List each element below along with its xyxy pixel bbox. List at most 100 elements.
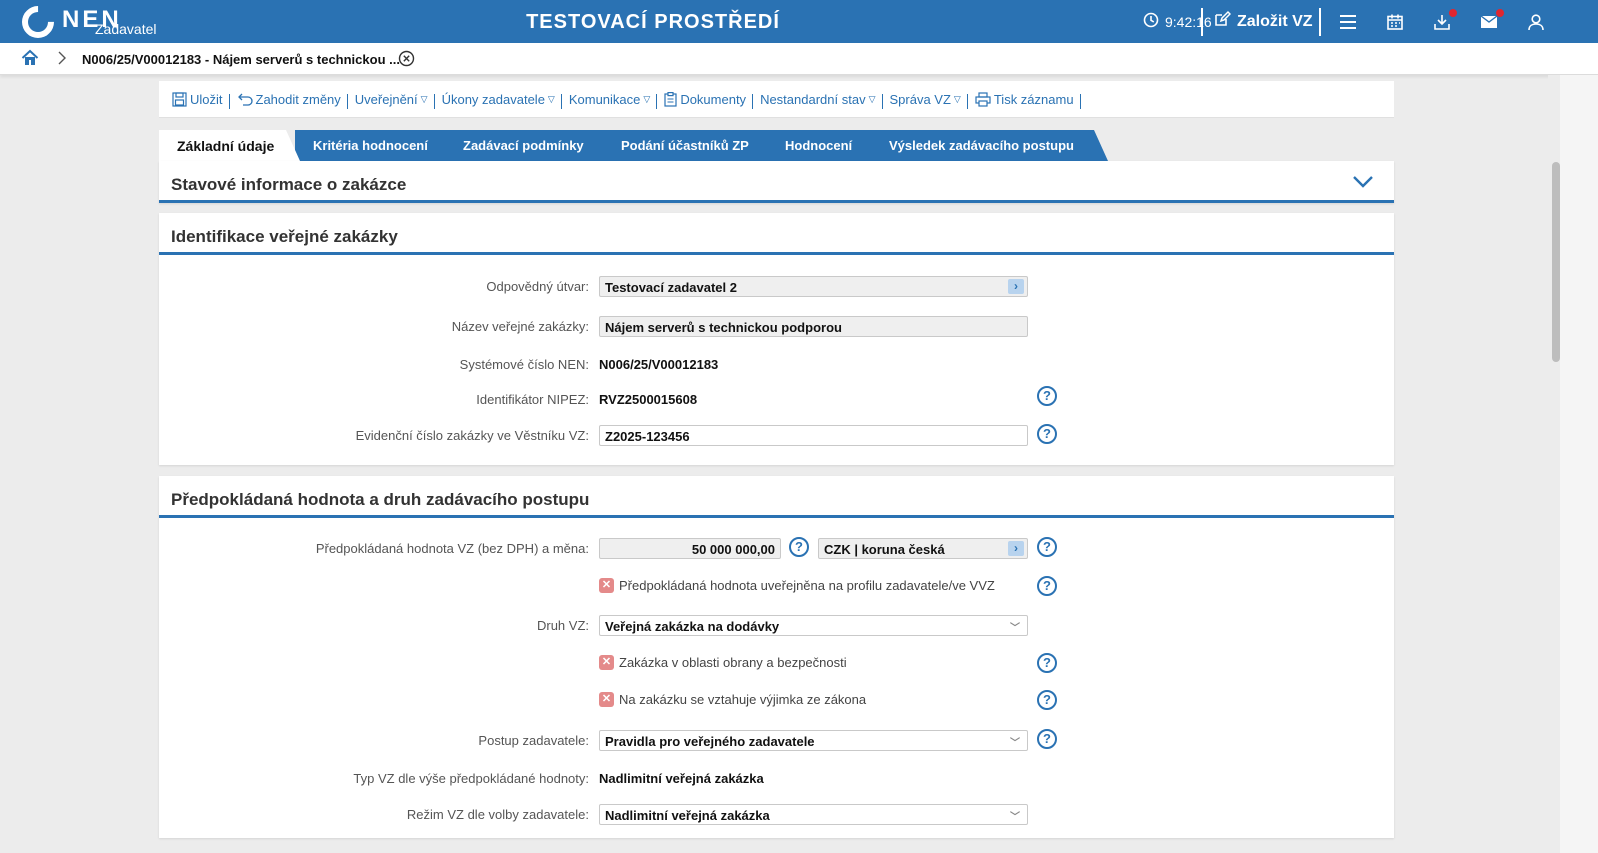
calendar-icon[interactable] <box>1384 11 1406 33</box>
responsible-unit-label: Odpovědný útvar: <box>486 279 589 294</box>
nonstandard-state-menu[interactable]: Nestandardní stav ▽ <box>753 91 883 109</box>
home-icon[interactable] <box>21 49 39 70</box>
estimated-value-title: Předpokládaná hodnota a druh zadávacího … <box>171 490 590 509</box>
user-icon[interactable] <box>1525 11 1547 33</box>
discard-changes-button[interactable]: Zahodit změny <box>230 91 349 109</box>
help-icon[interactable]: ? <box>1037 537 1057 557</box>
help-icon[interactable]: ? <box>1037 653 1057 673</box>
tab-bar: Výsledek zadávacího postupu Hodnocení Po… <box>159 130 1159 161</box>
top-header: NEN Zadavatel TESTOVACÍ PROSTŘEDÍ 9:42:1… <box>0 0 1598 45</box>
currency-value: CZK | koruna česká <box>824 542 945 557</box>
procedure-label: Postup zadavatele: <box>478 733 589 748</box>
help-icon[interactable]: ? <box>1037 576 1057 596</box>
procedure-value: Pravidla pro veřejného zadavatele <box>605 734 815 749</box>
published-value-checkbox[interactable]: ✕ Předpokládaná hodnota uveřejněna na pr… <box>599 578 995 593</box>
documents-label: Dokumenty <box>680 91 747 107</box>
exception-row: ✕ Na zakázku se vztahuje výjimka ze záko… <box>159 690 1394 713</box>
environment-title: TESTOVACÍ PROSTŘEDÍ <box>526 11 780 33</box>
scrollbar-thumb[interactable] <box>1552 162 1560 362</box>
menu-icon[interactable] <box>1337 11 1359 33</box>
mail-icon[interactable] <box>1478 9 1504 33</box>
defense-row: ✕ Zakázka v oblasti obrany a bezpečnosti… <box>159 653 1394 676</box>
nipez-id-value: RVZ2500015608 <box>599 392 698 407</box>
tab-basic-info[interactable]: Základní údaje <box>159 130 300 161</box>
open-detail-icon[interactable]: › <box>1008 541 1024 556</box>
caret-down-icon: ▽ <box>643 93 651 104</box>
procedure-row: Postup zadavatele: Pravidla pro veřejnéh… <box>159 729 1394 752</box>
contract-name-field[interactable]: Nájem serverů s technickou podporou <box>599 316 1028 337</box>
type-by-value-label: Typ VZ dle výše předpokládané hodnoty: <box>353 771 589 786</box>
edit-icon <box>1213 10 1232 33</box>
unchecked-x-icon[interactable]: ✕ <box>599 578 614 593</box>
open-detail-icon[interactable]: › <box>1008 279 1024 294</box>
help-icon[interactable]: ? <box>1037 690 1057 710</box>
tab-evaluation[interactable]: Hodnocení <box>767 130 885 161</box>
defense-checkbox[interactable]: ✕ Zakázka v oblasti obrany a bezpečnosti <box>599 655 847 670</box>
contract-type-select[interactable]: Veřejná zakázka na dodávky ﹀ <box>599 615 1028 636</box>
help-icon[interactable]: ? <box>1037 424 1057 444</box>
estimated-value-header: Předpokládaná hodnota a druh zadávacího … <box>159 476 1394 518</box>
responsible-unit-field[interactable]: Testovací zadavatel 2 › <box>599 276 1028 297</box>
documents-button[interactable]: Dokumenty <box>657 91 753 109</box>
estimated-amount-value: 50 000 000,00 <box>691 542 775 557</box>
status-info-header[interactable]: Stavové informace o zakázce <box>159 161 1394 203</box>
responsible-unit-value: Testovací zadavatel 2 <box>605 280 737 295</box>
nipez-id-label: Identifikátor NIPEZ: <box>476 392 589 407</box>
status-info-panel: Stavové informace o zakázce <box>159 161 1394 203</box>
estimated-amount-input[interactable]: 50 000 000,00 <box>599 538 781 559</box>
help-icon[interactable]: ? <box>1037 729 1057 749</box>
tab-result[interactable]: Výsledek zadávacího postupu <box>871 130 1108 161</box>
communication-label: Komunikace <box>568 91 641 107</box>
type-by-value-value: Nadlimitní veřejná zakázka <box>599 771 764 786</box>
contract-management-label: Správa VZ <box>889 91 951 107</box>
print-record-button[interactable]: Tisk záznamu <box>968 91 1081 109</box>
download-icon[interactable] <box>1431 9 1457 33</box>
header-divider <box>1201 8 1203 36</box>
status-info-title: Stavové informace o zakázce <box>171 175 407 194</box>
tab-submissions[interactable]: Podání účastníků ZP <box>603 130 781 161</box>
regime-select[interactable]: Nadlimitní veřejná zakázka ﹀ <box>599 804 1028 825</box>
print-icon <box>975 91 991 107</box>
procedure-select[interactable]: Pravidla pro veřejného zadavatele ﹀ <box>599 730 1028 751</box>
create-contract-button[interactable]: Založit VZ <box>1213 0 1313 43</box>
system-number-value: N006/25/V00012183 <box>599 357 719 372</box>
tab-tender-conditions[interactable]: Zadávací podmínky <box>445 130 617 161</box>
unchecked-x-icon[interactable]: ✕ <box>599 655 614 670</box>
help-icon[interactable]: ? <box>1037 386 1057 406</box>
currency-field[interactable]: CZK | koruna česká › <box>818 538 1028 559</box>
publishing-label: Uveřejnění <box>354 91 418 107</box>
discard-changes-label: Zahodit změny <box>255 91 341 107</box>
nonstandard-state-label: Nestandardní stav <box>760 91 866 107</box>
identification-header: Identifikace veřejné zakázky <box>159 213 1394 255</box>
published-value-text: Předpokládaná hodnota uveřejněna na prof… <box>619 578 995 593</box>
estimated-value-label: Předpokládaná hodnota VZ (bez DPH) a měn… <box>315 541 589 556</box>
tab-evaluation-criteria[interactable]: Kritéria hodnocení <box>295 130 459 161</box>
defense-text: Zakázka v oblasti obrany a bezpečnosti <box>619 655 847 670</box>
contracting-actions-label: Úkony zadavatele <box>441 91 545 107</box>
contracting-actions-menu[interactable]: Úkony zadavatele ▽ <box>435 91 563 109</box>
notification-dot <box>1496 9 1504 17</box>
breadcrumb: N006/25/V00012183 - Nájem serverů s tech… <box>0 43 1598 75</box>
publishing-menu[interactable]: Uveřejnění ▽ <box>348 91 435 109</box>
unchecked-x-icon[interactable]: ✕ <box>599 692 614 707</box>
save-button[interactable]: Uložit <box>165 91 230 109</box>
chevron-down-icon[interactable] <box>1352 175 1374 192</box>
help-icon[interactable]: ? <box>789 537 809 557</box>
clock-icon <box>1143 12 1159 31</box>
bulletin-number-label: Evidenční číslo zakázky ve Věstníku VZ: <box>355 428 589 443</box>
breadcrumb-current[interactable]: N006/25/V00012183 - Nájem serverů s tech… <box>82 52 400 67</box>
published-value-row: ✕ Předpokládaná hodnota uveřejněna na pr… <box>159 576 1394 599</box>
system-number-row: Systémové číslo NEN: N006/25/V00012183 <box>159 354 1394 376</box>
close-icon[interactable] <box>398 50 415 70</box>
contract-name-value: Nájem serverů s technickou podporou <box>605 320 842 335</box>
regime-value: Nadlimitní veřejná zakázka <box>605 808 770 823</box>
bulletin-number-input[interactable]: Z2025-123456 <box>599 425 1028 446</box>
save-icon <box>172 91 187 107</box>
bulletin-number-value: Z2025-123456 <box>605 429 690 444</box>
communication-menu[interactable]: Komunikace ▽ <box>562 91 658 109</box>
caret-down-icon: ▽ <box>420 93 428 104</box>
chevron-down-icon: ﹀ <box>1010 812 1020 823</box>
exception-checkbox[interactable]: ✕ Na zakázku se vztahuje výjimka ze záko… <box>599 692 866 707</box>
system-number-label: Systémové číslo NEN: <box>459 357 589 372</box>
contract-management-menu[interactable]: Správa VZ ▽ <box>883 91 969 109</box>
